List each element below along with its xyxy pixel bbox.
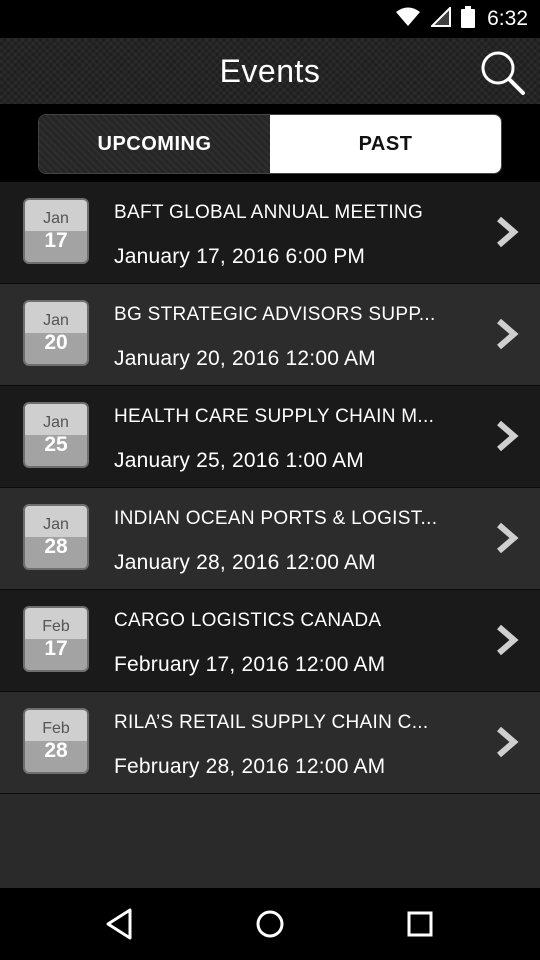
date-month: Jan xyxy=(43,414,69,431)
search-icon[interactable] xyxy=(480,50,526,96)
date-month: Feb xyxy=(42,720,70,737)
event-datetime: January 28, 2016 12:00 AM xyxy=(114,551,376,574)
event-datetime: January 20, 2016 12:00 AM xyxy=(114,347,376,370)
event-row[interactable]: Jan 17 BAFT GLOBAL ANNUAL MEETING Januar… xyxy=(0,182,540,284)
date-day: 28 xyxy=(44,535,68,558)
chevron-right-icon xyxy=(497,624,519,656)
event-row[interactable]: Jan 20 BG STRATEGIC ADVISORS SUPP... Jan… xyxy=(0,284,540,386)
date-badge: Jan 17 xyxy=(23,198,89,264)
tab-past[interactable]: PAST xyxy=(270,115,501,173)
date-day: 28 xyxy=(44,739,68,762)
wifi-icon xyxy=(395,7,421,32)
event-name: BAFT GLOBAL ANNUAL MEETING xyxy=(114,202,424,223)
segment-bar: UPCOMING PAST xyxy=(0,104,540,182)
date-month: Jan xyxy=(43,516,69,533)
date-day: 17 xyxy=(44,637,68,660)
chevron-right-icon xyxy=(497,522,519,554)
tab-upcoming[interactable]: UPCOMING xyxy=(39,115,270,173)
page-title: Events xyxy=(219,52,321,89)
status-bar: 6:32 xyxy=(0,0,540,38)
date-badge: Jan 25 xyxy=(23,402,89,468)
date-month: Jan xyxy=(43,210,69,227)
segmented-control: UPCOMING PAST xyxy=(38,114,502,174)
event-datetime: February 17, 2016 12:00 AM xyxy=(114,653,386,676)
chevron-right-icon xyxy=(497,216,519,248)
event-row[interactable]: Feb 28 RILA’S RETAIL SUPPLY CHAIN C... F… xyxy=(0,692,540,794)
battery-icon xyxy=(461,5,476,33)
date-badge: Jan 20 xyxy=(23,300,89,366)
event-name: BG STRATEGIC ADVISORS SUPP... xyxy=(114,304,436,325)
event-datetime: January 17, 2016 6:00 PM xyxy=(114,245,366,268)
date-badge: Jan 28 xyxy=(23,504,89,570)
event-row[interactable]: Jan 28 INDIAN OCEAN PORTS & LOGIST... Ja… xyxy=(0,488,540,590)
event-name: HEALTH CARE SUPPLY CHAIN M... xyxy=(114,406,435,427)
event-row[interactable]: Jan 25 HEALTH CARE SUPPLY CHAIN M... Jan… xyxy=(0,386,540,488)
event-datetime: January 25, 2016 1:00 AM xyxy=(114,449,364,472)
status-time: 6:32 xyxy=(487,7,528,30)
date-badge: Feb 28 xyxy=(23,708,89,774)
event-datetime: February 28, 2016 12:00 AM xyxy=(114,755,386,778)
chevron-right-icon xyxy=(497,726,519,758)
date-month: Feb xyxy=(42,618,70,635)
signal-icon xyxy=(429,5,452,32)
date-day: 20 xyxy=(44,331,68,354)
event-list: Jan 17 BAFT GLOBAL ANNUAL MEETING Januar… xyxy=(0,182,540,794)
event-name: INDIAN OCEAN PORTS & LOGIST... xyxy=(114,508,438,529)
date-month: Jan xyxy=(43,312,69,329)
app-header: Events xyxy=(0,38,540,104)
recents-icon[interactable] xyxy=(402,906,438,942)
event-name: RILA’S RETAIL SUPPLY CHAIN C... xyxy=(114,712,429,733)
event-row[interactable]: Feb 17 CARGO LOGISTICS CANADA February 1… xyxy=(0,590,540,692)
date-day: 25 xyxy=(44,433,68,456)
chevron-right-icon xyxy=(497,420,519,452)
navigation-bar xyxy=(0,888,540,960)
date-day: 17 xyxy=(44,229,68,252)
back-icon[interactable] xyxy=(102,906,138,942)
home-icon[interactable] xyxy=(252,906,288,942)
event-name: CARGO LOGISTICS CANADA xyxy=(114,610,382,631)
date-badge: Feb 17 xyxy=(23,606,89,672)
chevron-right-icon xyxy=(497,318,519,350)
